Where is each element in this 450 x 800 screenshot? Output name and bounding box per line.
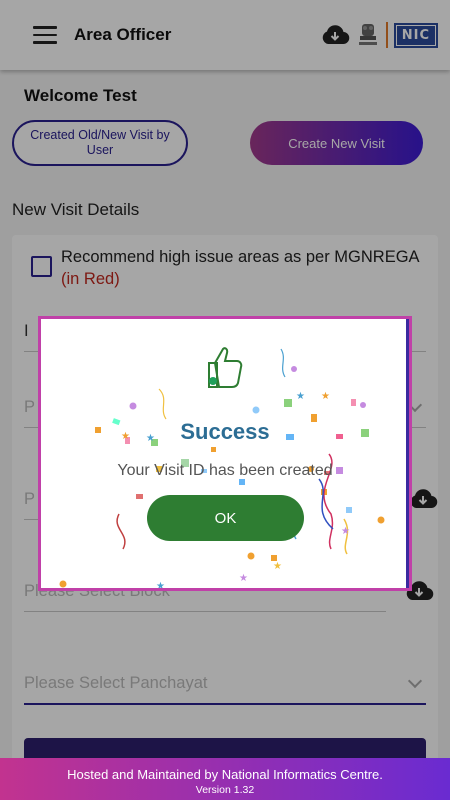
svg-text:★: ★	[341, 526, 350, 537]
svg-text:★: ★	[296, 391, 305, 402]
footer-text: Hosted and Maintained by National Inform…	[67, 767, 383, 782]
ok-button[interactable]: OK	[147, 495, 304, 541]
dialog-message: Your Visit ID has been created	[117, 462, 333, 479]
success-dialog: ★ ★ ★ ★ ★ ★ ★ ★ ★ Success Your Visit ID …	[38, 316, 412, 591]
svg-text:★: ★	[273, 561, 282, 572]
svg-text:★: ★	[321, 391, 330, 402]
dialog-title: Success	[180, 419, 270, 444]
version-text: Version 1.32	[195, 784, 255, 796]
svg-text:★: ★	[239, 573, 248, 584]
thumbs-up-icon	[208, 347, 243, 388]
svg-text:★: ★	[156, 581, 165, 588]
footer: Hosted and Maintained by National Inform…	[0, 758, 450, 800]
